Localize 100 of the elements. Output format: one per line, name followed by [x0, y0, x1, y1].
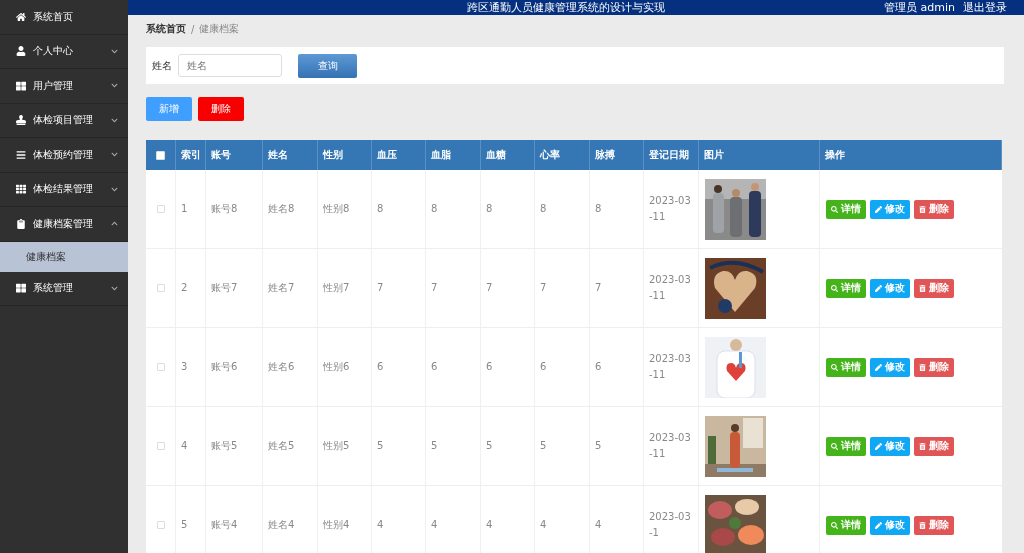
table-cell: 8	[590, 170, 644, 248]
table-cell: 5	[590, 407, 644, 485]
delete-button[interactable]: 删除	[198, 97, 244, 121]
search-icon	[831, 205, 838, 213]
delete-button[interactable]: 删除	[914, 199, 954, 219]
column-header: 心率	[535, 140, 590, 170]
table-cell: 4	[426, 486, 481, 553]
edit-button[interactable]: 修改	[870, 515, 910, 535]
details-button[interactable]: 详情	[826, 278, 866, 298]
pencil-icon	[875, 363, 882, 371]
sidebar-subitem[interactable]: 健康档案	[0, 241, 128, 272]
breadcrumb-item[interactable]: 系统首页	[146, 22, 186, 36]
checkbox[interactable]	[156, 150, 165, 160]
delete-button[interactable]: 删除	[914, 278, 954, 298]
delete-button[interactable]: 删除	[914, 515, 954, 535]
table-cell: 4	[481, 486, 535, 553]
table-cell: 6	[481, 328, 535, 406]
table-cell: 7	[481, 249, 535, 327]
table-cell: 8	[481, 170, 535, 248]
breadcrumb-separator: /	[191, 23, 195, 35]
column-header: 操作	[820, 140, 1002, 170]
column-header: 性别	[318, 140, 372, 170]
column-header: 血压	[372, 140, 426, 170]
add-button[interactable]: 新增	[146, 97, 192, 121]
table-cell: 2023-03-11	[644, 249, 699, 327]
table-cell: 性别5	[318, 407, 372, 485]
trash-icon	[919, 284, 926, 292]
table-cell: 5	[372, 407, 426, 485]
checkbox[interactable]	[156, 521, 165, 529]
grid-icon	[16, 80, 26, 91]
table-cell: 姓名7	[263, 249, 318, 327]
checkbox[interactable]	[156, 205, 165, 213]
edit-button[interactable]: 修改	[870, 436, 910, 456]
trash-icon	[919, 442, 926, 450]
table-cell: 账号8	[206, 170, 263, 248]
table-cell: 2023-03-11	[644, 407, 699, 485]
column-header: 登记日期	[644, 140, 699, 170]
list-icon	[16, 149, 26, 160]
table-cell: 性别4	[318, 486, 372, 553]
details-button[interactable]: 详情	[826, 357, 866, 377]
details-button[interactable]: 详情	[826, 199, 866, 219]
grid-icon	[16, 184, 26, 195]
checkbox[interactable]	[156, 442, 165, 450]
column-header: 脉搏	[590, 140, 644, 170]
logout-link[interactable]: 退出登录	[963, 0, 1007, 15]
column-header: 血脂	[426, 140, 481, 170]
home-icon	[16, 11, 26, 22]
table-cell: 姓名6	[263, 328, 318, 406]
details-button[interactable]: 详情	[826, 436, 866, 456]
pencil-icon	[875, 205, 882, 213]
table-cell: 账号4	[206, 486, 263, 553]
table-cell: 8	[372, 170, 426, 248]
pencil-icon	[875, 521, 882, 529]
table-cell: 6	[590, 328, 644, 406]
column-header: 血糖	[481, 140, 535, 170]
checkbox[interactable]	[156, 284, 165, 292]
search-icon	[831, 363, 838, 371]
clipboard-icon	[16, 218, 26, 229]
table-cell: 2023-03-11	[644, 328, 699, 406]
table-cell: 3	[176, 328, 206, 406]
table-cell: 姓名4	[263, 486, 318, 553]
column-header: 姓名	[263, 140, 318, 170]
table-cell: 7	[372, 249, 426, 327]
name-label: 姓名	[152, 58, 172, 73]
edit-button[interactable]: 修改	[870, 357, 910, 377]
app-title: 跨区通勤人员健康管理系统的设计与实现	[466, 0, 666, 15]
table-cell: 姓名8	[263, 170, 318, 248]
search-button[interactable]: 查询	[298, 53, 357, 78]
table-cell: 5	[426, 407, 481, 485]
table-cell: 2023-03-11	[644, 170, 699, 248]
table-cell: 6	[372, 328, 426, 406]
name-field[interactable]: 姓名	[178, 54, 282, 77]
trash-icon	[919, 363, 926, 371]
table-cell: 5	[176, 486, 206, 553]
table-cell: 2	[176, 249, 206, 327]
table-cell: 4	[590, 486, 644, 553]
edit-button[interactable]: 修改	[870, 199, 910, 219]
table-cell: 性别6	[318, 328, 372, 406]
column-header: 账号	[206, 140, 263, 170]
table-cell: 7	[535, 249, 590, 327]
table-cell: 7	[590, 249, 644, 327]
table-cell: 6	[535, 328, 590, 406]
trash-icon	[919, 521, 926, 529]
table-cell: 性别8	[318, 170, 372, 248]
table-cell: 姓名5	[263, 407, 318, 485]
checkbox[interactable]	[156, 363, 165, 371]
user-icon	[16, 46, 26, 57]
edit-button[interactable]: 修改	[870, 278, 910, 298]
table-cell: 性别7	[318, 249, 372, 327]
trash-icon	[919, 205, 926, 213]
delete-button[interactable]: 删除	[914, 436, 954, 456]
search-icon	[831, 442, 838, 450]
table-cell: 账号5	[206, 407, 263, 485]
pencil-icon	[875, 442, 882, 450]
table-cell: 8	[535, 170, 590, 248]
details-button[interactable]: 详情	[826, 515, 866, 535]
table-cell: 2023-03-1	[644, 486, 699, 553]
delete-button[interactable]: 删除	[914, 357, 954, 377]
table-cell: 4	[535, 486, 590, 553]
table-cell: 4	[176, 407, 206, 485]
